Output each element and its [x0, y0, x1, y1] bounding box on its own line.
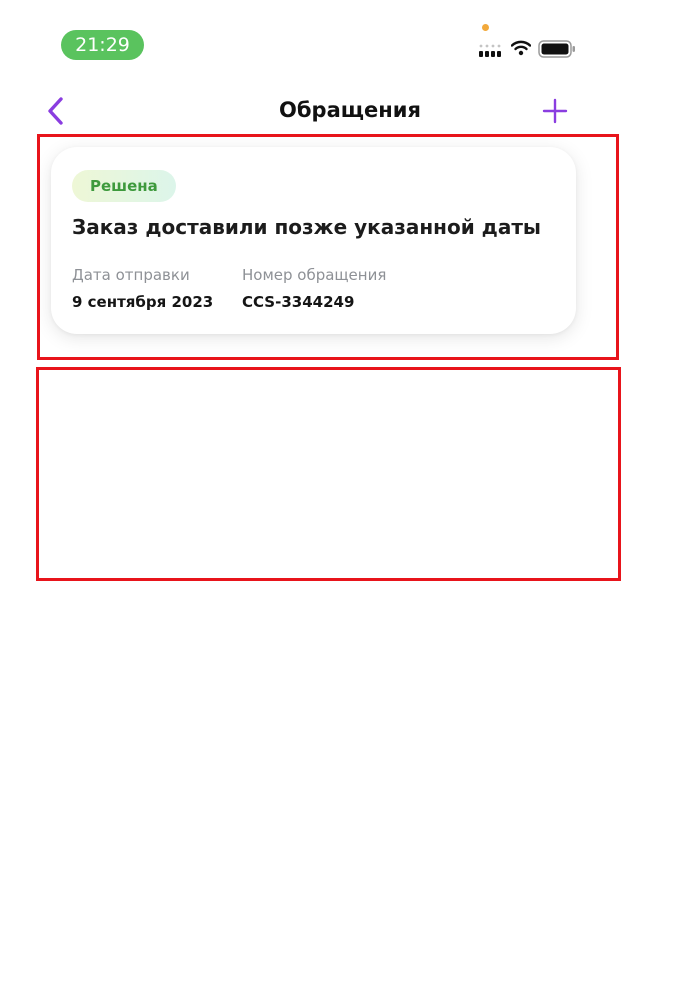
battery-icon	[538, 40, 575, 58]
nav-bar: Обращения	[0, 88, 700, 134]
annotation-box-card	[37, 134, 619, 360]
add-ticket-button[interactable]	[538, 94, 572, 128]
plus-icon	[542, 98, 568, 124]
status-time: 21:29	[61, 30, 144, 60]
annotation-box-empty-area	[36, 367, 621, 581]
privacy-indicator-dot	[482, 24, 489, 31]
page-title: Обращения	[279, 98, 421, 122]
status-bar: 21:29	[0, 0, 700, 80]
wifi-icon	[511, 40, 531, 56]
signal-icon	[479, 44, 501, 57]
